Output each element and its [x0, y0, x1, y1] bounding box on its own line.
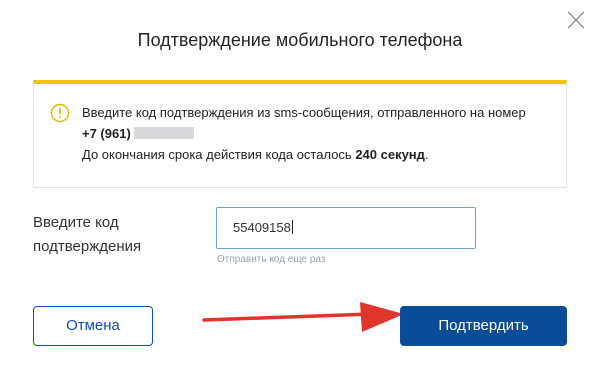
confirm-button[interactable]: Подтвердить	[400, 306, 567, 346]
info-icon	[50, 103, 70, 123]
timer-suffix: .	[424, 147, 429, 162]
timer-seconds: 240 секунд	[355, 147, 425, 162]
masked-phone-digits	[133, 127, 194, 139]
code-input-value: 55409158	[233, 220, 291, 235]
close-icon[interactable]	[566, 10, 586, 30]
code-field-label: Введите код подтверждения	[33, 211, 141, 259]
timer-prefix: До окончания срока действия кода осталос…	[82, 147, 356, 162]
dialog-title: Подтверждение мобильного телефона	[137, 30, 463, 50]
code-label-line-2: подтверждения	[33, 238, 142, 255]
red-arrow-annotation	[202, 302, 404, 332]
notice-line-2: +7 (961)	[82, 123, 526, 144]
code-label-line-1: Введите код	[33, 214, 119, 231]
sms-notice: Введите код подтверждения из sms-сообщен…	[33, 80, 567, 188]
code-input[interactable]: 55409158	[216, 207, 476, 249]
text-caret	[291, 220, 293, 234]
notice-text: Введите код подтверждения из sms-сообщен…	[82, 102, 526, 165]
notice-line-3: До окончания срока действия кода осталос…	[82, 144, 526, 165]
phone-number: +7 (961)	[82, 126, 131, 141]
resend-code-link[interactable]: Отправить код еще раз	[217, 254, 325, 265]
cancel-button[interactable]: Отмена	[33, 306, 153, 346]
notice-line-1: Введите код подтверждения из sms-сообщен…	[82, 105, 526, 120]
